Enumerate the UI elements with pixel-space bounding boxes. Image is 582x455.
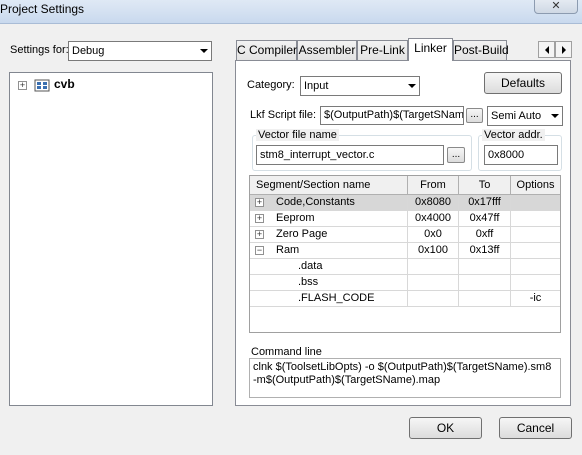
from-cell: 0x0 [408, 227, 459, 243]
settings-for-value: Debug [72, 45, 105, 57]
command-line-label: Command line [251, 346, 322, 358]
category-dropdown[interactable]: Input [300, 76, 420, 96]
chevron-down-icon [197, 42, 211, 60]
tab-c-compiler[interactable]: C Compiler [236, 40, 297, 60]
tab-linker[interactable]: Linker [408, 38, 453, 61]
project-icon [34, 78, 50, 92]
vector-file-label: Vector file name [256, 129, 339, 141]
project-tree[interactable]: + cvb [9, 72, 213, 406]
column-header-from[interactable]: From [408, 176, 459, 195]
to-cell [459, 259, 511, 275]
options-cell [511, 195, 560, 211]
options-cell [511, 275, 560, 291]
arrow-right-icon [561, 45, 566, 54]
tab-pre-link[interactable]: Pre-Link [357, 40, 408, 60]
tab-post-build[interactable]: Post-Build [453, 40, 509, 60]
close-button[interactable]: ✕ [534, 0, 578, 14]
section-name-cell: .data [250, 259, 408, 275]
to-cell: 0x17fff [459, 195, 511, 211]
chevron-down-icon [548, 107, 562, 125]
from-cell [408, 275, 459, 291]
options-cell [511, 243, 560, 259]
arrow-left-icon [544, 45, 549, 54]
cancel-button[interactable]: Cancel [499, 417, 572, 439]
ok-button[interactable]: OK [409, 417, 482, 439]
tab-assembler[interactable]: Assembler [297, 40, 357, 60]
options-cell [511, 227, 560, 243]
settings-for-dropdown[interactable]: Debug [68, 41, 212, 61]
category-value: Input [304, 80, 329, 92]
row-collapse-toggle[interactable]: − [255, 246, 264, 255]
tab-scroll-right-button[interactable] [555, 41, 572, 58]
from-cell [408, 291, 459, 307]
section-name-cell: .bss [250, 275, 408, 291]
segment-grid[interactable]: Segment/Section name From To Options Cod… [249, 175, 561, 333]
linker-tab-page: Category: Input Defaults Lkf Script file… [235, 60, 571, 406]
to-cell [459, 275, 511, 291]
lkf-mode-value: Semi Auto [491, 110, 542, 122]
to-cell: 0x13ff [459, 243, 511, 259]
command-line-text-2: -m$(OutputPath)$(TargetSName).map [253, 374, 441, 386]
chevron-down-icon [405, 77, 419, 95]
title-bar: Project Settings ✕ [0, 0, 582, 24]
segment-name-cell: Eeprom [250, 211, 408, 227]
from-cell: 0x8080 [408, 195, 459, 211]
vector-file-browse-button[interactable]: ... [447, 147, 465, 163]
table-row[interactable]: Ram − 0x100 0x13ff [250, 243, 560, 259]
row-expand-toggle[interactable]: + [255, 230, 264, 239]
tab-scroll-left-button[interactable] [538, 41, 555, 58]
column-header-to[interactable]: To [459, 176, 511, 195]
segment-name-cell: Ram [250, 243, 408, 259]
column-header-options[interactable]: Options [511, 176, 560, 195]
table-row[interactable]: .bss [250, 275, 560, 291]
tree-root-label[interactable]: cvb [54, 77, 75, 91]
table-row[interactable]: Zero Page + 0x0 0xff [250, 227, 560, 243]
window-title: Project Settings [0, 2, 85, 16]
settings-for-label: Settings for: [10, 44, 69, 56]
to-cell: 0xff [459, 227, 511, 243]
from-cell: 0x4000 [408, 211, 459, 227]
defaults-button[interactable]: Defaults [484, 72, 562, 94]
lkf-mode-dropdown[interactable]: Semi Auto [487, 106, 563, 126]
column-header-segment[interactable]: Segment/Section name [250, 176, 408, 195]
segment-name-cell: Zero Page [250, 227, 408, 243]
lkf-script-input[interactable]: $(OutputPath)$(TargetSName [320, 106, 464, 125]
vector-file-input[interactable]: stm8_interrupt_vector.c [256, 145, 444, 165]
section-name-cell: .FLASH_CODE [250, 291, 408, 307]
to-cell: 0x47ff [459, 211, 511, 227]
table-row[interactable]: Eeprom + 0x4000 0x47ff [250, 211, 560, 227]
options-cell [511, 211, 560, 227]
vector-addr-label: Vector addr. [482, 129, 545, 141]
lkf-script-label: Lkf Script file: [250, 109, 317, 121]
tree-expand-toggle[interactable]: + [18, 81, 27, 90]
vector-addr-input[interactable]: 0x8000 [484, 145, 558, 165]
from-cell [408, 259, 459, 275]
table-row[interactable]: Code,Constants + 0x8080 0x17fff [250, 195, 560, 211]
category-label: Category: [247, 79, 295, 91]
options-cell [511, 259, 560, 275]
table-row[interactable]: .data [250, 259, 560, 275]
close-icon: ✕ [551, 0, 561, 12]
lkf-browse-button[interactable]: ... [466, 108, 483, 123]
row-expand-toggle[interactable]: + [255, 214, 264, 223]
options-cell: -ic [511, 291, 560, 307]
table-row[interactable]: .FLASH_CODE -ic [250, 291, 560, 307]
from-cell: 0x100 [408, 243, 459, 259]
command-line-box[interactable]: clnk $(ToolsetLibOpts) -o $(OutputPath)$… [249, 358, 561, 398]
row-expand-toggle[interactable]: + [255, 198, 264, 207]
to-cell [459, 291, 511, 307]
segment-name-cell: Code,Constants [250, 195, 408, 211]
command-line-text-1: clnk $(ToolsetLibOpts) -o $(OutputPath)$… [253, 361, 552, 373]
